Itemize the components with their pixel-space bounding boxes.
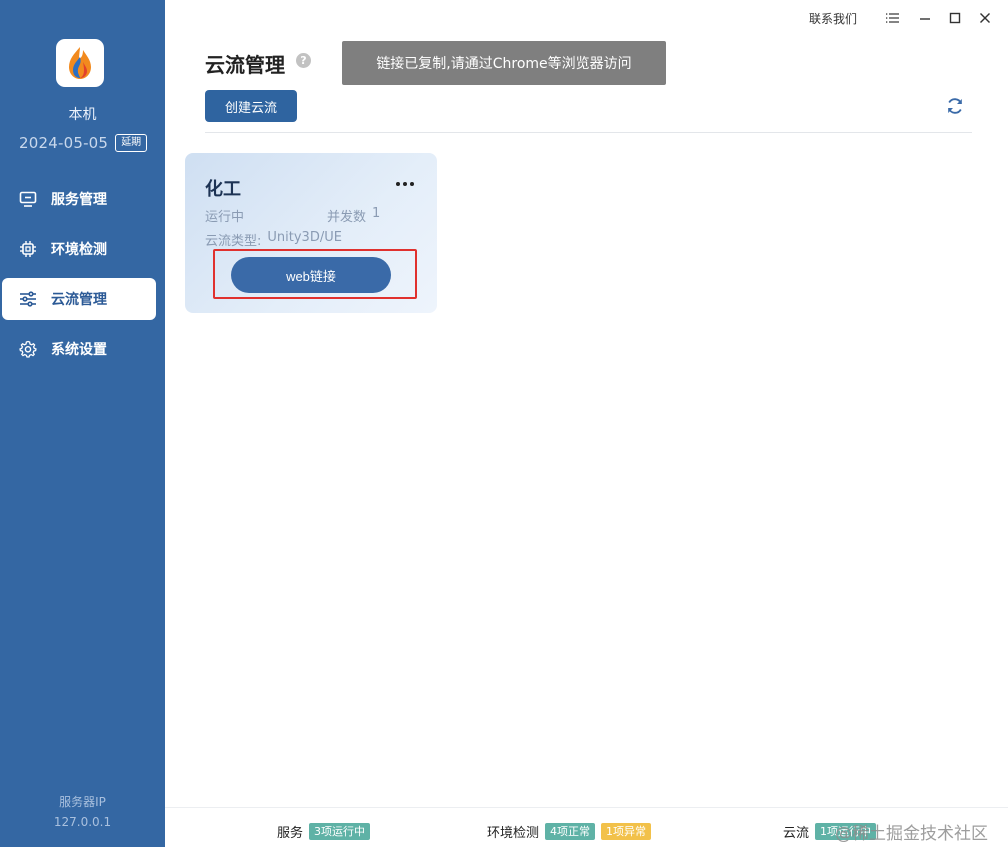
sidebar-item-label: 系统设置 <box>51 342 107 358</box>
chip-icon <box>18 239 38 259</box>
status-env-label: 环境检测 <box>487 826 540 841</box>
server-ip-label: 服务器IP <box>59 795 106 809</box>
sliders-icon <box>18 289 38 309</box>
monitor-icon <box>18 189 38 209</box>
help-icon[interactable]: ? <box>296 53 311 68</box>
stream-status: 运行中 <box>205 210 245 225</box>
header-divider <box>205 132 972 133</box>
concurrency-label: 并发数 <box>327 210 367 225</box>
status-badge: 1项异常 <box>601 823 652 840</box>
refresh-icon[interactable] <box>945 96 965 116</box>
stream-concurrency: 并发数 1 <box>327 206 380 225</box>
menu-icon[interactable] <box>885 10 901 26</box>
sidebar-item-cloud-stream[interactable]: 云流管理 <box>2 278 156 320</box>
page-title: 云流管理 <box>205 53 285 77</box>
sidebar-item-label: 服务管理 <box>51 192 107 208</box>
machine-name: 本机 <box>68 107 97 123</box>
app-logo <box>56 39 104 87</box>
more-icon[interactable] <box>395 177 415 191</box>
expiry-date: 2024-05-05 <box>19 134 109 152</box>
maximize-icon[interactable] <box>947 10 963 26</box>
status-badge: 3项运行中 <box>309 823 371 840</box>
sidebar-item-settings[interactable]: 系统设置 <box>2 328 156 370</box>
sidebar: 本机 2024-05-05 延期 服务管理 环境检测 云流管理 系统设置 服务器… <box>0 0 165 847</box>
stream-type-label: 云流类型: <box>205 234 262 249</box>
stream-type-value: Unity3D/UE <box>267 230 342 245</box>
concurrency-value: 1 <box>372 206 381 221</box>
minimize-icon[interactable] <box>917 10 933 26</box>
sidebar-item-label: 云流管理 <box>51 292 107 308</box>
status-env: 环境检测 4项正常 1项异常 <box>487 822 652 841</box>
highlight-annotation <box>213 249 417 299</box>
close-icon[interactable] <box>977 10 993 26</box>
stream-card-title: 化工 <box>205 179 241 200</box>
status-service: 服务 3项运行中 <box>277 822 371 841</box>
stream-type: 云流类型: Unity3D/UE <box>205 230 342 249</box>
sidebar-item-label: 环境检测 <box>51 242 107 258</box>
status-badge: 4项正常 <box>545 823 596 840</box>
sidebar-item-env-check[interactable]: 环境检测 <box>2 228 156 270</box>
sidebar-item-service[interactable]: 服务管理 <box>2 178 156 220</box>
status-stream-label: 云流 <box>783 826 810 841</box>
status-service-label: 服务 <box>277 826 304 841</box>
gear-icon <box>18 339 38 359</box>
flame-icon <box>69 47 91 79</box>
contact-us-link[interactable]: 联系我们 <box>809 10 857 27</box>
server-ip: 服务器IP 127.0.0.1 <box>0 792 165 832</box>
server-ip-value: 127.0.0.1 <box>53 815 112 829</box>
expiry-row: 2024-05-05 延期 <box>19 134 148 152</box>
copy-toast: 链接已复制,请通过Chrome等浏览器访问 <box>342 41 666 85</box>
watermark: @稀土掘金技术社区 <box>835 824 988 844</box>
extend-button[interactable]: 延期 <box>115 134 148 152</box>
create-stream-button[interactable]: 创建云流 <box>205 90 297 122</box>
